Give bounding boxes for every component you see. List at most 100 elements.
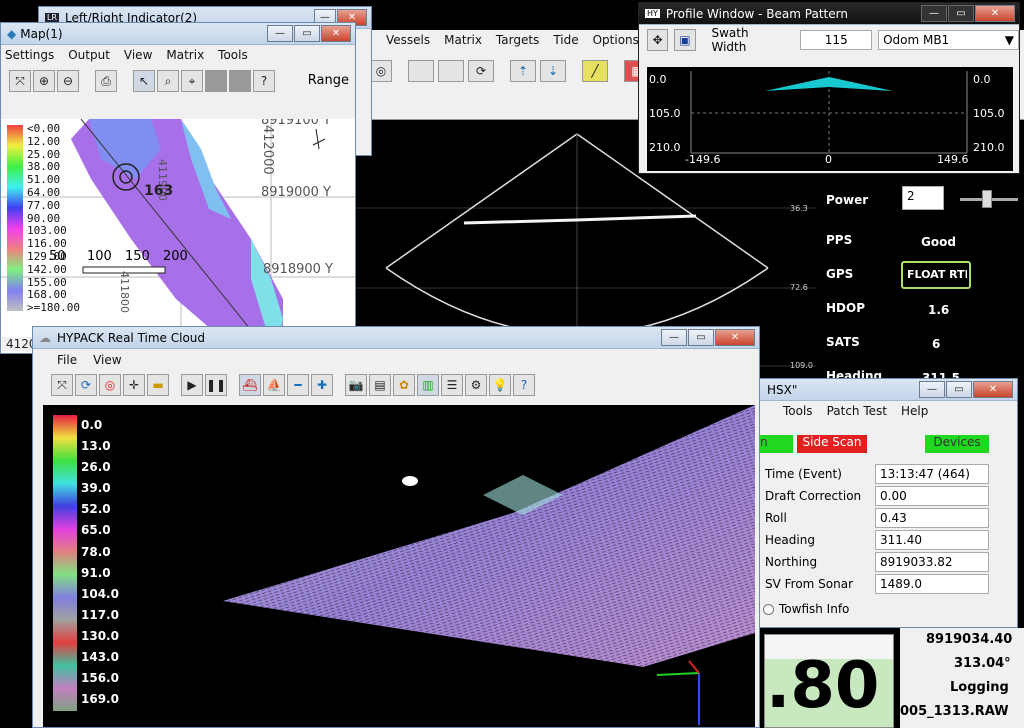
hsx-field-value[interactable]: 0.00 (875, 486, 989, 506)
refresh-icon[interactable]: ⟳ (468, 60, 494, 82)
close-button[interactable]: ✕ (321, 25, 351, 42)
hsx-field-value[interactable]: 311.40 (875, 530, 989, 550)
map-titlebar[interactable]: ◆ Map(1) — ▭ ✕ (1, 23, 355, 45)
maximize-button[interactable]: ▭ (946, 381, 972, 398)
crosshair-icon[interactable]: ✛ (123, 374, 145, 396)
hsx-field-value[interactable]: 8919033.82 (875, 552, 989, 572)
main-menubar: Vessels Matrix Targets Tide Options (386, 33, 639, 47)
logging-status: Logging (950, 680, 1009, 695)
menu-targets[interactable]: Targets (496, 33, 539, 47)
cloud-menu-view[interactable]: View (93, 353, 121, 367)
target-icon[interactable]: ◎ (370, 60, 392, 82)
settings-icon[interactable]: ⚙ (465, 374, 487, 396)
refresh-icon[interactable]: ⟳ (75, 374, 97, 396)
close-button[interactable]: ✕ (975, 5, 1015, 22)
cloud-titlebar[interactable]: ☁ HYPACK Real Time Cloud — ▭ ✕ (33, 327, 759, 349)
hsx-field-label: Draft Correction (765, 489, 862, 503)
swath-width-label: Swath Width (711, 26, 749, 54)
edit-line-icon[interactable]: ╱ (582, 60, 608, 82)
menu-tide[interactable]: Tide (553, 33, 578, 47)
minimize-button[interactable]: — (661, 329, 687, 346)
tide-up-icon[interactable]: ⇡ (510, 60, 536, 82)
close-button[interactable]: ✕ (973, 381, 1013, 398)
blank-tool-button[interactable] (205, 70, 227, 92)
map-canvas[interactable]: <0.00 12.00 25.00 38.00 51.00 64.00 77.00 90.00… (1, 119, 355, 353)
minimize-button[interactable]: — (919, 381, 945, 398)
tide-down-icon[interactable]: ⇣ (540, 60, 566, 82)
side-scan-button[interactable]: Side Scan (797, 435, 867, 453)
device-select[interactable]: Odom MB1 ▼ (878, 30, 1019, 50)
zoom-extents-icon[interactable]: ⤧ (9, 70, 31, 92)
cloud-legend-label: 13.0 (81, 439, 111, 454)
menu-matrix[interactable]: Matrix (444, 33, 482, 47)
devices-button[interactable]: Devices (925, 435, 989, 453)
profile-app-icon: HY (645, 9, 660, 18)
zoom-minus-icon[interactable]: ━ (287, 374, 309, 396)
maximize-button[interactable]: ▭ (948, 5, 974, 22)
play-icon[interactable]: ▶ (181, 374, 203, 396)
boat-icon[interactable]: ⛴ (239, 374, 261, 396)
map-menu-view[interactable]: View (124, 48, 152, 62)
hsx-menu-patch-test[interactable]: Patch Test (827, 404, 887, 418)
hsx-field-row: Time (Event) 13:13:47 (464) (765, 463, 1015, 485)
camera-icon[interactable]: 📷 (345, 374, 367, 396)
cloud-title: HYPACK Real Time Cloud (57, 330, 206, 345)
light-icon[interactable]: 💡 (489, 374, 511, 396)
zoom-in-icon[interactable]: ⊕ (33, 70, 55, 92)
pause-icon[interactable]: ❚❚ (205, 374, 227, 396)
hsx-menu-help[interactable]: Help (901, 404, 928, 418)
hsx-menu-tools[interactable]: Tools (783, 404, 813, 418)
power-input[interactable]: 2 (902, 186, 944, 210)
map-menu-matrix[interactable]: Matrix (166, 48, 204, 62)
power-slider-thumb[interactable] (982, 190, 992, 208)
zoom-window-icon[interactable]: ⌕ (157, 70, 179, 92)
chevron-down-icon: ▼ (1004, 33, 1014, 47)
minimize-button[interactable]: — (921, 5, 947, 22)
film-icon[interactable]: ▤ (369, 374, 391, 396)
map-menu-output[interactable]: Output (68, 48, 110, 62)
help-pointer-icon[interactable]: ? (253, 70, 275, 92)
pointer-icon[interactable]: ↖ (133, 70, 155, 92)
towfish-radio[interactable] (763, 604, 774, 615)
hsx-field-value[interactable]: 13:13:47 (464) (875, 464, 989, 484)
hsx-field-label: Heading (765, 533, 815, 547)
maximize-button[interactable]: ▭ (688, 329, 714, 346)
map-menu-tools[interactable]: Tools (218, 48, 248, 62)
blank-tool-button[interactable] (408, 60, 434, 82)
hsx-field-row: SV From Sonar 1489.0 (765, 573, 1015, 595)
scale-label-200: 200 (163, 249, 188, 264)
ruler-icon[interactable]: ▬ (147, 374, 169, 396)
move-icon[interactable]: ✥ (647, 29, 669, 51)
zoom-pan-icon[interactable]: ⌖ (181, 70, 203, 92)
palette-icon[interactable]: ✿ (393, 374, 415, 396)
hsx-titlebar[interactable]: HSX" — ▭ ✕ (743, 379, 1017, 401)
profile-titlebar[interactable]: HY Profile Window - Beam Pattern — ▭ ✕ (639, 3, 1019, 25)
zoom-plus-icon[interactable]: ✚ (311, 374, 333, 396)
depth-tick-1: 36.3 (790, 204, 808, 213)
cloud-menu-file[interactable]: File (57, 353, 77, 367)
print-icon[interactable]: ⎙ (95, 70, 117, 92)
zoom-out-icon[interactable]: ⊖ (57, 70, 79, 92)
menu-options[interactable]: Options (593, 33, 639, 47)
blank-tool-button[interactable] (438, 60, 464, 82)
zoom-extents-icon[interactable]: ⤧ (51, 374, 73, 396)
hsx-window: HSX" — ▭ ✕ Tools Patch Test Help Scan Si… (742, 378, 1018, 628)
hsx-field-value[interactable]: 0.43 (875, 508, 989, 528)
menu-vessels[interactable]: Vessels (386, 33, 430, 47)
target-icon[interactable]: ◎ (99, 374, 121, 396)
scale-label-100: 100 (87, 249, 112, 264)
swath-width-input[interactable]: 115 (800, 30, 873, 50)
help-icon[interactable]: ? (513, 374, 535, 396)
maximize-button[interactable]: ▭ (294, 25, 320, 42)
hsx-field-value[interactable]: 1489.0 (875, 574, 989, 594)
cloud-toolbar: ⤧ ⟳ ◎ ✛ ▬ ▶ ❚❚ ⛴ ⛵ ━ ✚ 📷 ▤ ✿ ▥ ☰ ⚙ 💡 ? (33, 371, 759, 399)
close-button[interactable]: ✕ (715, 329, 755, 346)
list-icon[interactable]: ☰ (441, 374, 463, 396)
map-menu-settings[interactable]: Settings (5, 48, 54, 62)
blank-tool-button[interactable] (229, 70, 251, 92)
minimize-button[interactable]: — (267, 25, 293, 42)
color-legend-icon[interactable]: ▥ (417, 374, 439, 396)
boat-follow-icon[interactable]: ⛵ (263, 374, 285, 396)
cloud-3d-view[interactable]: 0.0 13.0 26.0 39.0 52.0 65.0 78.0 91.0 104.0 117.… (43, 405, 755, 727)
save-icon[interactable]: ▣ (674, 29, 696, 51)
